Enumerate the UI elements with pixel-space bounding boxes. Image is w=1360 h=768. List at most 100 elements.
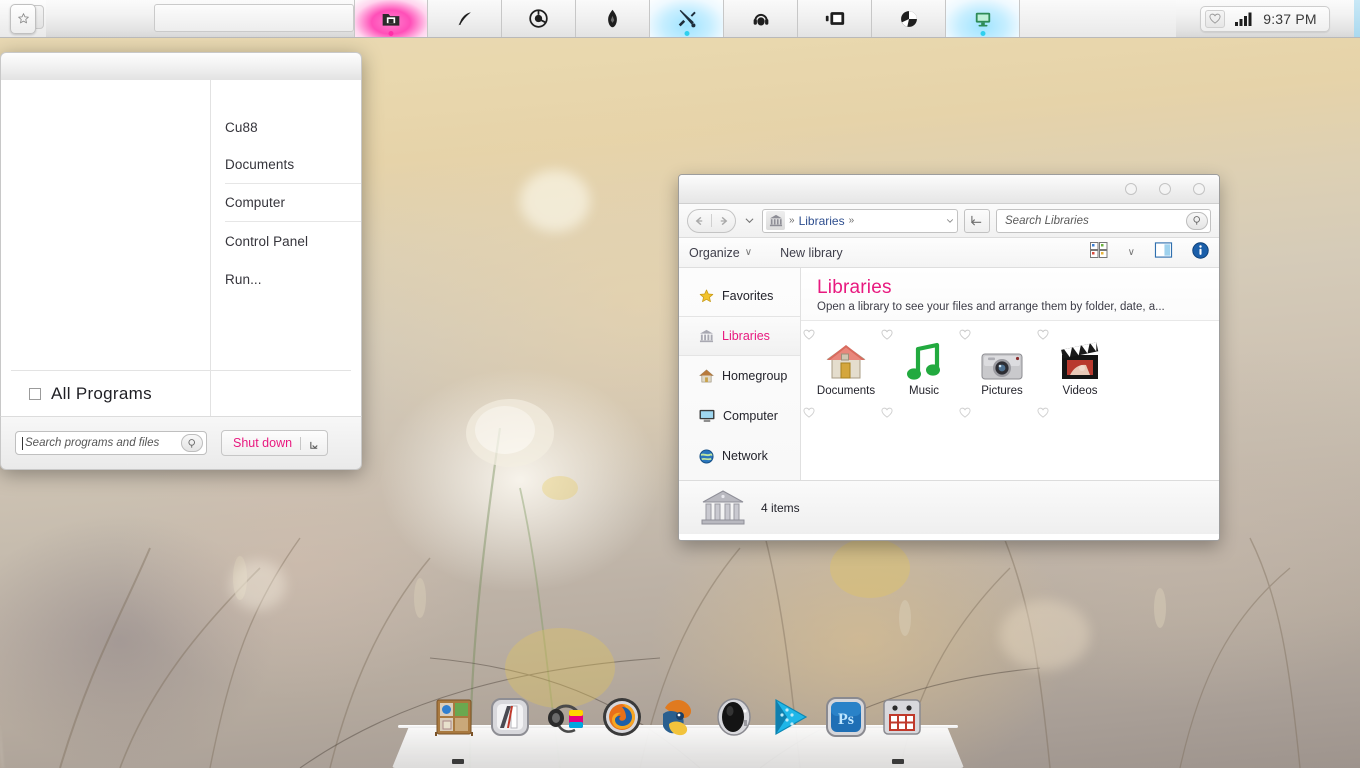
list-item-documents[interactable]: Documents [803,327,885,403]
preview-pane-button[interactable] [1154,242,1173,263]
dock-item-thunderbird[interactable] [655,694,701,740]
bokeh-1 [520,170,590,232]
favorite-heart-icon[interactable] [1037,327,1049,345]
favorite-heart-icon[interactable] [881,405,893,423]
taskbar-button-terminal[interactable] [946,0,1020,37]
close-button[interactable] [1193,183,1205,195]
shutdown-options-button[interactable] [309,438,320,449]
history-dropdown-button[interactable] [742,217,756,224]
music-note-glyph [907,342,940,380]
tray-heart-button[interactable] [1205,9,1226,28]
start-button[interactable] [0,0,46,37]
shelf-app-icon [435,699,473,736]
favorite-heart-icon[interactable] [803,327,815,345]
breadcrumb-separator-trailing[interactable]: » [849,215,855,226]
start-menu-item-run[interactable]: Run... [225,260,361,298]
dock-item-books[interactable] [487,694,533,740]
address-dropdown-button[interactable] [942,217,957,225]
explorer-search-field[interactable] [996,208,1211,233]
breadcrumb-separator-leading[interactable]: » [789,215,795,226]
forward-button[interactable] [712,210,735,232]
change-view-button[interactable] [1089,242,1108,263]
taskbar-button-tools[interactable] [650,0,724,37]
view-dropdown-button[interactable]: ∨ [1128,247,1135,258]
search-programs-field[interactable] [15,431,207,455]
dock-item-photoshop[interactable]: Ps [823,694,869,740]
taskbar-indicator-tools [684,31,689,36]
taskbar-button-media[interactable] [724,0,798,37]
shutdown-button[interactable]: Shut down [221,430,329,456]
headset-icon [753,13,768,26]
start-menu-item-user[interactable]: Cu88 [225,108,361,146]
breadcrumb-bar[interactable]: » Libraries » [762,208,958,233]
all-programs-label: All Programs [51,383,152,403]
sidebar-item-computer[interactable]: Computer [679,396,800,436]
explorer-content-pane: Libraries Open a library to see your fil… [801,268,1219,480]
shutdown-divider [300,436,302,450]
explorer-titlebar[interactable] [679,175,1219,204]
favorite-heart-icon[interactable] [803,405,815,423]
sidebar-item-network[interactable]: Network [679,436,800,476]
heart-icon [803,407,815,418]
home-icon [699,369,714,383]
refresh-icon [971,215,982,226]
back-button[interactable] [688,210,711,232]
start-menu-programs-pane[interactable] [1,80,211,416]
heart-icon [959,329,971,340]
favorite-heart-icon[interactable] [959,405,971,423]
explorer-search-input[interactable] [1005,214,1186,227]
chevron-down-icon [745,218,753,224]
maximize-button[interactable] [1159,183,1171,195]
sidebar-item-libraries[interactable]: Libraries [679,316,800,356]
taskbar-clock[interactable]: 9:37 PM [1263,11,1317,27]
taskbar-button-chrome[interactable] [502,0,576,37]
search-magnifier-button[interactable] [181,434,203,452]
help-button[interactable] [1192,241,1209,264]
minimize-button[interactable] [1125,183,1137,195]
signal-bars-icon[interactable] [1235,12,1253,26]
dock-item-audio[interactable] [543,694,589,740]
tools-icon [678,9,696,27]
all-programs-button[interactable]: All Programs [11,370,351,416]
breadcrumb-libraries[interactable]: Libraries [799,214,845,228]
list-item-videos[interactable]: Videos [1037,327,1119,403]
quicklaunch-strip[interactable] [154,4,354,32]
sidebar-item-homegroup[interactable]: Homegroup [679,356,800,396]
search-icon [1192,216,1200,225]
camera-glyph [981,353,1023,380]
new-library-button[interactable]: New library [780,246,843,260]
headphones-app-icon [548,704,583,733]
dock-item-shelf[interactable] [431,694,477,740]
dock-item-player[interactable] [711,694,757,740]
favorite-heart-icon[interactable] [881,327,893,345]
start-menu-item-control-panel[interactable]: Control Panel [225,222,361,260]
bokeh-2 [230,560,286,610]
taskbar-button-notes[interactable] [428,0,502,37]
taskbar-button-explorer[interactable] [354,0,428,37]
taskbar-right-edge [1354,0,1360,37]
refresh-button[interactable] [964,208,990,233]
sidebar-item-favorites[interactable]: Favorites [679,276,800,316]
organize-button[interactable]: Organize ∨ [689,246,752,260]
favorite-heart-icon[interactable] [1037,405,1049,423]
chevron-down-icon [310,441,318,449]
taskbar-buttons [354,0,1020,37]
explorer-search-button[interactable] [1186,211,1208,230]
dock-item-robot[interactable] [879,694,925,740]
library-icon [699,329,714,343]
taskbar-button-switcher[interactable] [798,0,872,37]
list-item-pictures[interactable]: Pictures [959,327,1041,403]
dock: Ps [392,696,964,768]
dock-item-video[interactable] [767,694,813,740]
taskbar-button-flame[interactable] [576,0,650,37]
start-orb[interactable] [10,3,36,34]
empty-slot [803,403,885,423]
start-menu-item-computer[interactable]: Computer [225,184,361,222]
list-item-music[interactable]: Music [881,327,963,403]
favorite-heart-icon[interactable] [959,327,971,345]
taskbar-button-capture[interactable] [872,0,946,37]
search-input[interactable] [25,437,181,449]
start-menu-item-label: Cu88 [225,119,258,135]
dock-item-firefox[interactable] [599,694,645,740]
start-menu-item-documents[interactable]: Documents [225,146,361,184]
